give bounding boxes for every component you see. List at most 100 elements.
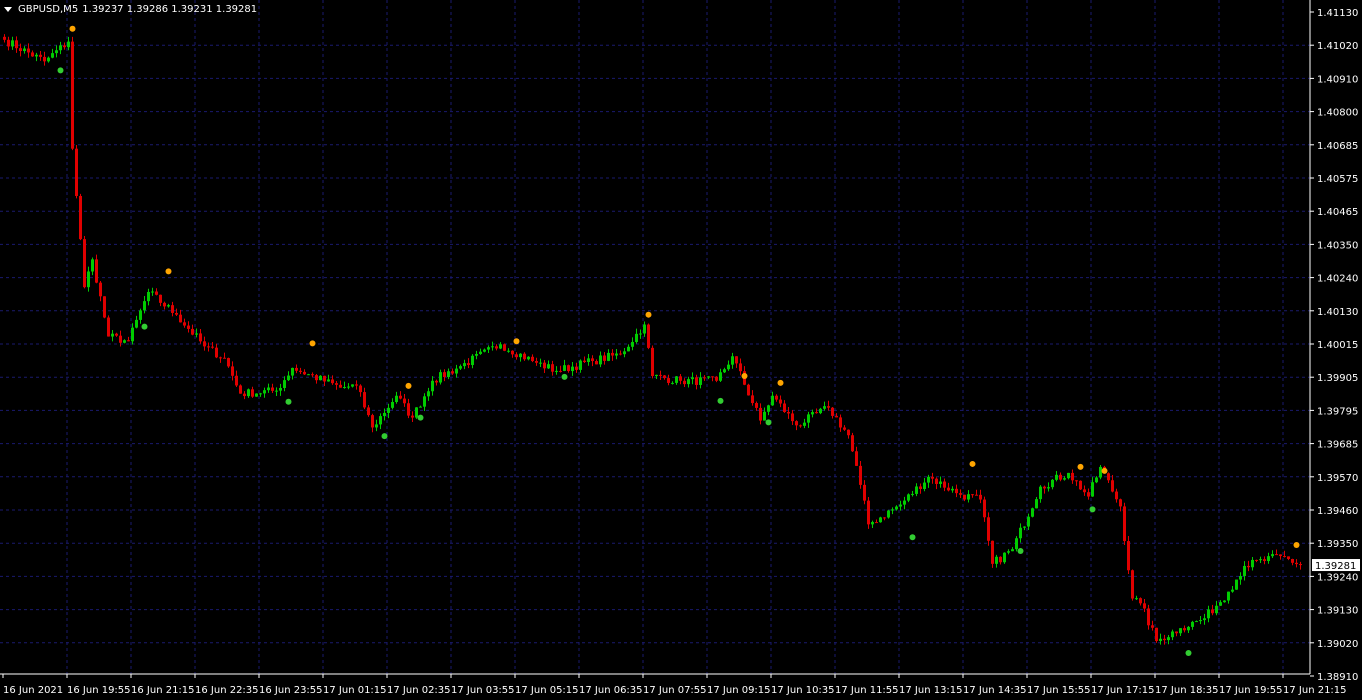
bear-candle: [511, 350, 514, 355]
x-tick-label: 17 Jun 01:15: [323, 685, 387, 696]
fractal-up-marker: [777, 379, 784, 386]
bull-candle: [671, 382, 674, 384]
bear-candle: [1247, 565, 1250, 568]
bull-candle: [547, 364, 550, 369]
fractal-up-marker: [165, 268, 172, 275]
bull-candle: [195, 333, 198, 335]
bull-candle: [479, 351, 482, 354]
bull-candle: [1239, 576, 1242, 580]
bear-candle: [227, 358, 230, 367]
bull-candle: [823, 406, 826, 409]
bear-candle: [1123, 506, 1126, 542]
bull-candle: [599, 355, 602, 365]
bear-candle: [523, 353, 526, 360]
bear-candle: [975, 494, 978, 496]
bull-candle: [1007, 551, 1010, 553]
bull-candle: [895, 506, 898, 510]
bull-candle: [35, 54, 38, 57]
bull-candle: [539, 362, 542, 364]
bull-candle: [291, 367, 294, 376]
x-tick-label: 17 Jun 09:15: [707, 685, 771, 696]
fractal-down-marker: [909, 534, 916, 541]
bull-candle: [427, 391, 430, 397]
bear-candle: [371, 415, 374, 428]
bear-candle: [3, 36, 6, 40]
bull-candle: [147, 291, 150, 302]
bull-candle: [1215, 605, 1218, 614]
bull-candle: [571, 366, 574, 372]
bull-candle: [1231, 589, 1234, 592]
bear-candle: [495, 346, 498, 349]
bull-candle: [1011, 549, 1014, 552]
bull-candle: [487, 347, 490, 350]
bear-candle: [311, 374, 314, 376]
bear-candle: [235, 375, 238, 386]
bear-candle: [19, 48, 22, 52]
bear-candle: [159, 294, 162, 303]
bear-candle: [367, 407, 370, 416]
fractal-down-marker: [417, 414, 424, 421]
x-tick-label: 16 Jun 2021: [3, 685, 63, 696]
bull-candle: [275, 390, 278, 392]
bull-candle: [447, 371, 450, 378]
bull-candle: [1195, 621, 1198, 623]
bear-candle: [1151, 625, 1154, 628]
symbol-label: GBPUSD,M5: [18, 4, 79, 15]
bear-candle: [1043, 486, 1046, 489]
bear-candle: [603, 355, 606, 361]
x-tick-label: 17 Jun 05:15: [515, 685, 579, 696]
bull-candle: [615, 353, 618, 356]
bull-candle: [307, 374, 310, 376]
x-tick-label: 17 Jun 19:55: [1219, 685, 1283, 696]
x-tick-label: 17 Jun 17:15: [1091, 685, 1155, 696]
bull-candle: [283, 380, 286, 388]
bull-candle: [719, 372, 722, 381]
bull-candle: [911, 493, 914, 495]
bull-candle: [1055, 474, 1058, 480]
y-tick-label: 1.40350: [1317, 240, 1358, 251]
bear-candle: [947, 487, 950, 491]
y-tick-label: 1.39130: [1317, 606, 1358, 617]
bull-candle: [1019, 527, 1022, 539]
y-tick-label: 1.39795: [1317, 406, 1358, 417]
bull-candle: [519, 353, 522, 358]
bull-candle: [279, 387, 282, 391]
bull-candle: [391, 402, 394, 408]
bear-candle: [783, 403, 786, 413]
bear-candle: [943, 481, 946, 488]
bull-candle: [91, 259, 94, 272]
bear-candle: [847, 429, 850, 436]
x-tick-label: 16 Jun 23:55: [259, 685, 323, 696]
triangle-down-icon[interactable]: [4, 7, 12, 12]
bull-candle: [1187, 626, 1190, 631]
bull-candle: [1259, 559, 1262, 561]
bull-candle: [1047, 487, 1050, 489]
bear-candle: [119, 335, 122, 343]
bear-candle: [103, 296, 106, 318]
bull-candle: [1039, 486, 1042, 500]
bull-candle: [287, 375, 290, 381]
bear-candle: [559, 370, 562, 372]
bear-candle: [959, 493, 962, 495]
bull-candle: [1015, 538, 1018, 550]
bear-candle: [755, 403, 758, 408]
bear-candle: [535, 361, 538, 363]
bull-candle: [771, 395, 774, 406]
y-tick-label: 1.39570: [1317, 473, 1358, 484]
bull-candle: [327, 379, 330, 382]
bear-candle: [203, 341, 206, 347]
bull-candle: [923, 482, 926, 490]
bear-candle: [1295, 562, 1298, 565]
bull-candle: [707, 376, 710, 378]
bear-candle: [503, 344, 506, 351]
bear-candle: [1087, 492, 1090, 497]
bull-candle: [1235, 579, 1238, 590]
price-chart[interactable]: 1.41130 1.41020 1.40910 1.40800 1.40685 1.405…: [0, 0, 1362, 700]
bull-candle: [655, 374, 658, 377]
bull-candle: [471, 355, 474, 366]
bear-candle: [583, 360, 586, 363]
bear-candle: [219, 357, 222, 359]
bear-candle: [43, 56, 46, 62]
y-tick-label: 1.40685: [1317, 141, 1358, 152]
bear-candle: [71, 41, 74, 149]
